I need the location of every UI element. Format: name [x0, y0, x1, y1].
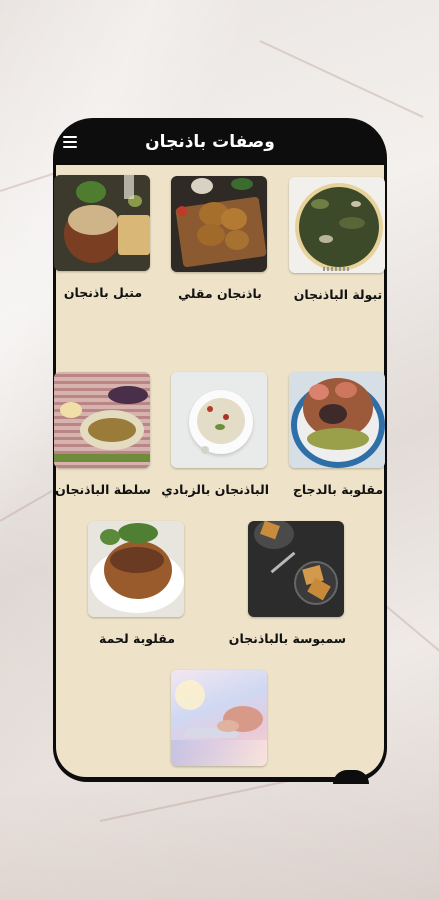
eggplant-salad-image	[54, 372, 150, 468]
recipe-label: متبل باذنجان	[63, 285, 143, 300]
recipe-label: الباذنجان بالزبادي	[161, 482, 269, 497]
recipe-card-eggplant-salad[interactable]: سلطة الباذنجان	[54, 372, 152, 497]
recipe-card-tabbouleh[interactable]: تبولة الباذنجان	[289, 177, 387, 302]
recipe-label: مقلوبة لحمة	[99, 631, 175, 646]
maqluba-chicken-image	[289, 372, 385, 468]
recipe-card-samosa[interactable]: سمبوسة بالباذنجان	[228, 521, 346, 646]
recipe-card-maqluba-meat[interactable]: مقلوبة لحمة	[88, 521, 186, 646]
floating-corner-button[interactable]	[333, 770, 369, 784]
recipe-label: تبولة الباذنجان	[293, 287, 383, 302]
app-bar: وصفات باذنجان	[53, 118, 387, 166]
samosa-eggplant-image	[248, 521, 344, 617]
laptop-hands-image	[171, 670, 267, 766]
eggplant-yogurt-image	[171, 372, 267, 468]
marble-vein	[0, 490, 53, 522]
recipe-card-fried-eggplant[interactable]: باذنجان مقلي	[171, 176, 269, 301]
recipe-card-maqluba-chicken[interactable]: مقلوبة بالدجاج	[289, 372, 387, 497]
marble-vein	[259, 40, 424, 118]
recipe-card-mutabal[interactable]: متبل باذنجان	[54, 175, 152, 300]
recipe-label: سمبوسة بالباذنجان	[228, 631, 346, 646]
recipe-label: باذنجان مقلي	[178, 286, 262, 301]
tabbouleh-eggplant-image	[289, 177, 385, 273]
app-title: وصفات باذنجان	[145, 132, 275, 152]
recipe-label: مقلوبة بالدجاج	[292, 482, 384, 497]
marble-vein	[379, 600, 439, 654]
mutabal-eggplant-image	[54, 175, 150, 271]
hamburger-menu-icon[interactable]	[63, 136, 77, 148]
recipe-card-eggplant-yogurt[interactable]: الباذنجان بالزبادي	[161, 372, 269, 497]
recipe-label: سلطة الباذنجان	[55, 482, 151, 497]
fried-eggplant-image	[171, 176, 267, 272]
maqluba-meat-image	[88, 521, 184, 617]
recipe-card-promo[interactable]	[171, 670, 269, 780]
